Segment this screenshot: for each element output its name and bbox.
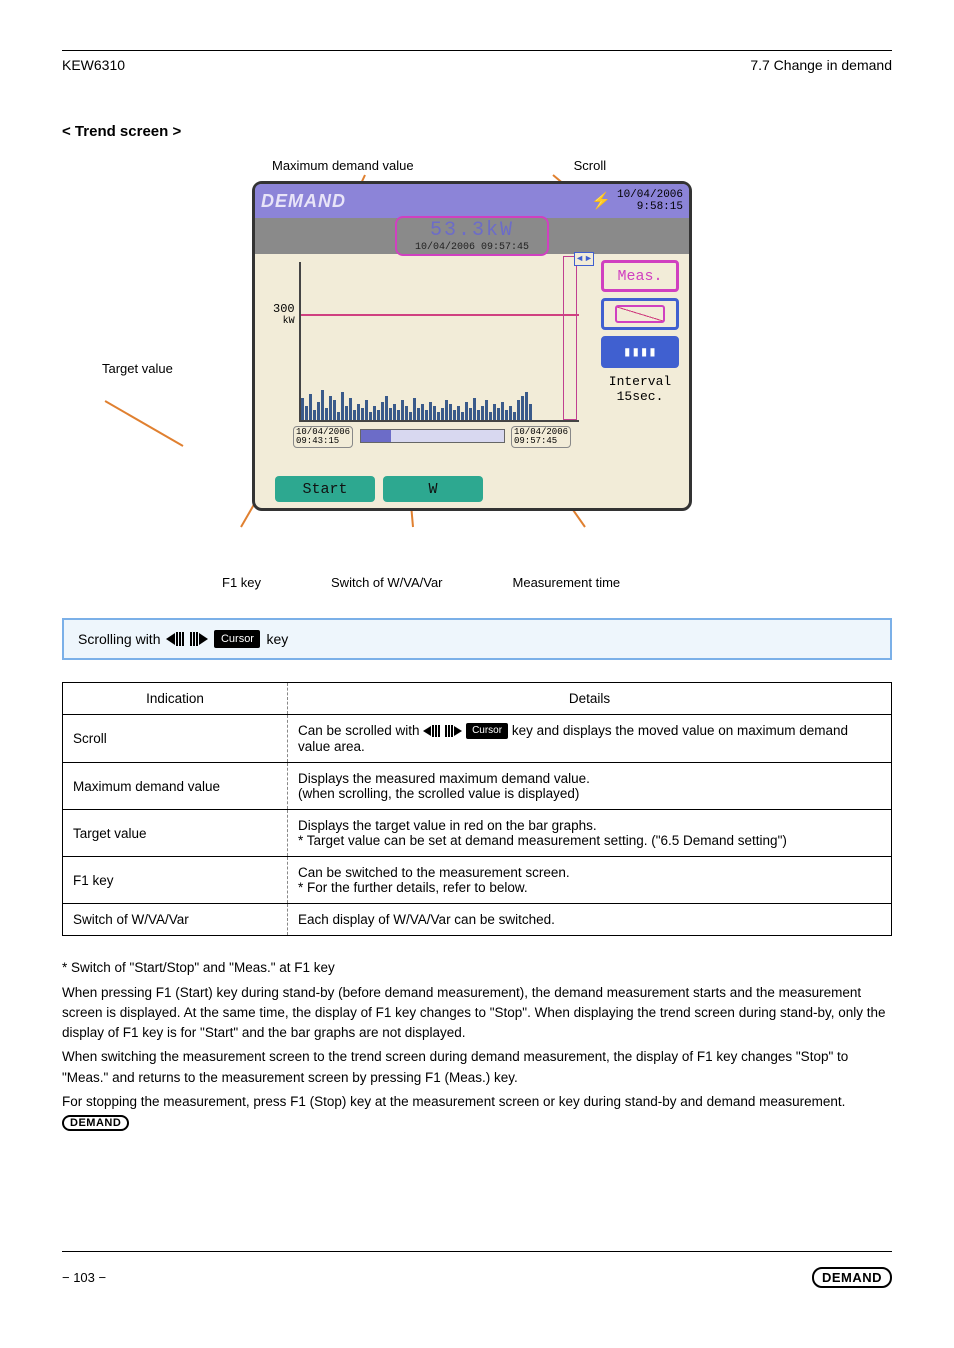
cell-label: Maximum demand value [63,763,288,810]
readout-box: 53.3kW 10/04/2006 09:57:45 [395,216,549,256]
cursor-key-icon [166,632,208,646]
para-line: When switching the measurement screen to… [62,1047,892,1088]
cell-desc: Each display of W/VA/Var can be switched… [288,904,892,936]
info-text-after: key [266,631,288,647]
cell-desc: Displays the target value in red on the … [288,810,892,857]
cell-desc: Displays the measured maximum demand val… [288,763,892,810]
cell-label: Scroll [63,715,288,763]
label-target: Target value [102,361,173,376]
section-title: < Trend screen > [62,123,892,140]
label-f1: F1 key [222,575,261,590]
info-text-before: Scrolling with [78,631,160,647]
table-row: Switch of W/VA/Var Each display of W/VA/… [63,904,892,936]
trend-bar-button[interactable]: ▮▮▮▮ [601,336,679,368]
cursor-key-icon [423,725,462,737]
doc-section: 7.7 Change in demand [750,57,892,73]
power-icon: ⚡ [591,191,611,211]
readout-timestamp: 10/04/2006 09:57:45 [415,242,529,253]
interval-display: Interval 15sec. [601,374,679,404]
target-line [301,314,579,316]
bar-chart-icon: ▮▮▮▮ [615,343,665,361]
scroll-arrows-icon[interactable]: ◄► [574,252,594,266]
table-row: Maximum demand value Displays the measur… [63,763,892,810]
cell-label: Switch of W/VA/Var [63,904,288,936]
chart-start-time: 10/04/200609:43:15 [293,426,353,448]
callout-labels-top: Maximum demand value Scroll [62,158,892,173]
th-indication: Indication [63,683,288,715]
cell-desc: Can be switched to the measurement scree… [288,857,892,904]
para-line: For stopping the measurement, press F1 (… [62,1092,892,1133]
callout-labels-bottom: F1 key Switch of W/VA/Var Measurement ti… [62,575,892,590]
paragraphs: * Switch of "Start/Stop" and "Meas." at … [62,958,892,1132]
cell-label: Target value [63,810,288,857]
device-logo: DEMAND [261,191,346,212]
w-button[interactable]: W [383,476,483,502]
device-screenshot: DEMAND ⚡ 10/04/2006 9:58:15 53.3kW 10/04… [252,181,692,511]
start-button[interactable]: Start [275,476,375,502]
cell-desc: Can be scrolled with Cursor key and disp… [288,715,892,763]
label-scroll: Scroll [574,158,607,173]
meas-button[interactable]: Meas. [601,260,679,292]
doc-model: KEW6310 [62,57,125,73]
label-max-demand: Maximum demand value [272,158,414,173]
chart-scrollbar[interactable] [360,429,505,443]
table-row: Target value Displays the target value i… [63,810,892,857]
th-details: Details [288,683,892,715]
label-switch: Switch of W/VA/Var [331,575,443,590]
cursor-key-label: Cursor [214,630,260,648]
page-header: KEW6310 7.7 Change in demand [62,57,892,73]
info-box: Scrolling with Cursor key [62,618,892,660]
para-line: When pressing F1 (Start) key during stan… [62,983,892,1044]
specs-table: Indication Details Scroll Can be scrolle… [62,682,892,936]
y-axis-unit: kW [283,316,295,327]
demand-badge: DEMAND [812,1267,892,1288]
device-time: 9:58:15 [637,201,683,213]
scroll-cursor[interactable] [563,256,577,420]
table-row: F1 key Can be switched to the measuremen… [63,857,892,904]
trend-chart [299,262,579,422]
label-meastime: Measurement time [513,575,621,590]
y-axis-value: 300 [273,302,295,316]
demand-key-icon: DEMAND [62,1115,129,1131]
readout-value: 53.3kW [415,219,529,242]
trend-line-button[interactable] [601,298,679,330]
chart-end-time: 10/04/200609:57:45 [511,426,571,448]
para-line: * Switch of "Start/Stop" and "Meas." at … [62,958,892,978]
page-number: − 103 − [62,1270,106,1285]
device-date: 10/04/2006 [617,189,683,201]
table-row: Scroll Can be scrolled with Cursor key a… [63,715,892,763]
page-footer: − 103 − DEMAND [62,1267,892,1288]
line-chart-icon [615,305,665,323]
cell-label: F1 key [63,857,288,904]
